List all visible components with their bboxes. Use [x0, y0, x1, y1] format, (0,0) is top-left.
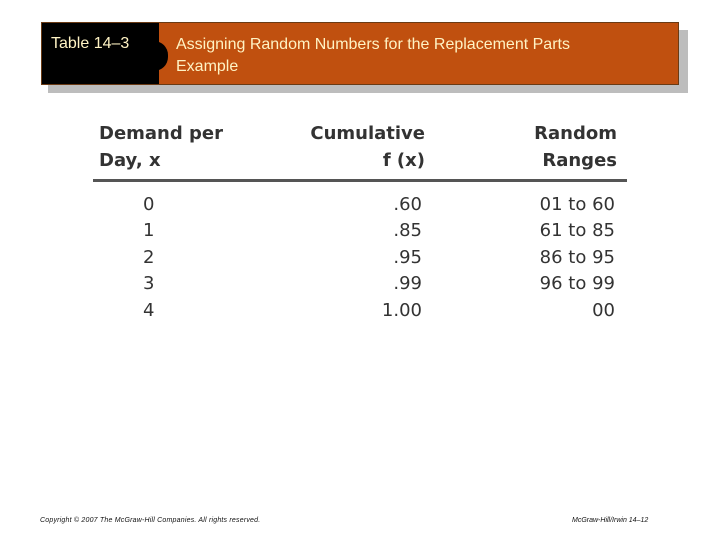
table-row: 3 .99 96 to 99	[93, 271, 627, 297]
table-number-label: Table 14–3	[42, 23, 168, 84]
cell-cumulative: .60	[393, 194, 422, 215]
cell-cumulative: .95	[393, 246, 422, 268]
slide-title-line-2: Example	[176, 58, 239, 75]
random-numbers-table: Demand per Day, x Cumulative f (x) Rando…	[93, 120, 627, 324]
header-demand: Demand per Day, x	[93, 120, 273, 179]
cell-cumulative: .85	[393, 220, 422, 242]
cell-demand: 0	[143, 194, 155, 215]
header-ranges-line-2: Ranges	[542, 150, 617, 171]
table-body: 0 .60 01 to 60 1 .85 61 to 85 2 .95 86 t…	[93, 182, 627, 324]
table-row: 4 1.00 00	[93, 298, 627, 324]
table-header: Demand per Day, x Cumulative f (x) Rando…	[93, 120, 627, 182]
header-cumulative-line-2: f (x)	[382, 150, 425, 171]
cell-range: 00	[592, 299, 615, 321]
cell-range: 86 to 95	[539, 246, 615, 268]
table-row: 1 .85 61 to 85	[93, 218, 627, 244]
cell-cumulative: 1.00	[381, 299, 422, 321]
cell-range: 01 to 60	[539, 194, 615, 215]
header-demand-line-1: Demand per	[99, 123, 223, 144]
cell-range: 96 to 99	[539, 273, 615, 295]
cell-demand: 2	[143, 246, 155, 268]
slide-banner: Table 14–3 Assigning Random Numbers for …	[41, 22, 679, 85]
cell-cumulative: .99	[393, 273, 422, 295]
cell-demand: 3	[143, 273, 155, 295]
publisher-page-number: McGraw-Hill/Irwin 14–12	[572, 517, 649, 524]
header-demand-line-2: Day, x	[99, 150, 161, 171]
cell-range: 61 to 85	[539, 220, 615, 242]
table-row: 2 .95 86 to 95	[93, 245, 627, 271]
cell-demand: 4	[143, 299, 155, 321]
copyright-notice: Copyright © 2007 The McGraw-Hill Compani…	[40, 517, 261, 524]
header-cumulative-line-1: Cumulative	[310, 123, 425, 144]
cell-demand: 1	[143, 220, 155, 242]
slide-title: Assigning Random Numbers for the Replace…	[159, 23, 570, 84]
header-ranges: Random Ranges	[425, 120, 627, 179]
table-row: 0 .60 01 to 60	[93, 192, 627, 218]
header-cumulative: Cumulative f (x)	[273, 120, 425, 179]
header-ranges-line-1: Random	[534, 123, 617, 144]
slide-title-line-1: Assigning Random Numbers for the Replace…	[176, 36, 570, 53]
table-number-text: Table 14–3	[51, 35, 130, 52]
